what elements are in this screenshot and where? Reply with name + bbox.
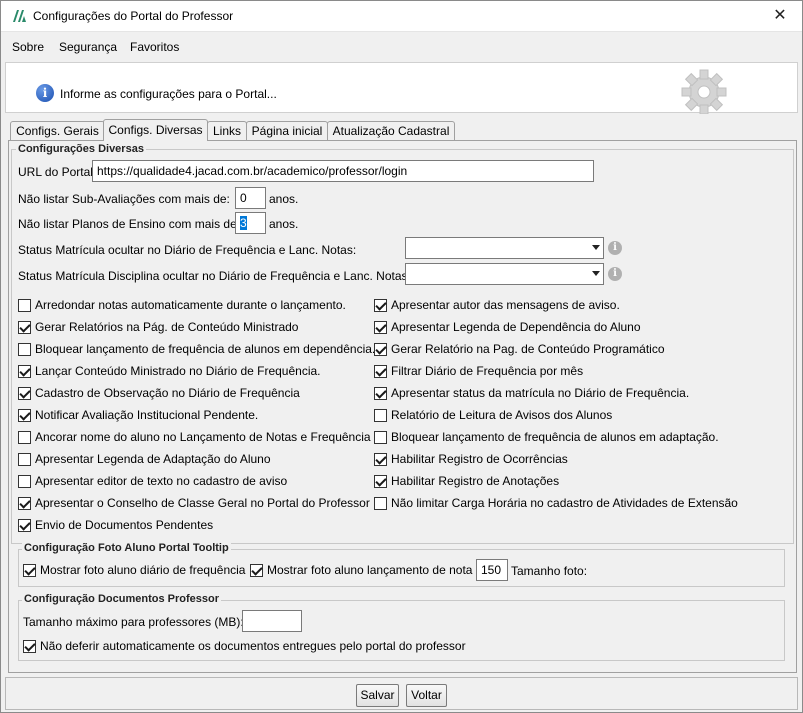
checkbox-label: Não limitar Carga Horária no cadastro de… [391, 496, 738, 510]
checkbox-box [18, 453, 31, 466]
tab-links[interactable]: Links [207, 121, 247, 141]
checkbox-label: Bloquear lançamento de frequência de alu… [391, 430, 719, 444]
checkbox-label: Ancorar nome do aluno no Lançamento de N… [35, 430, 371, 444]
configuracoes-diversas-legend: Configurações Diversas [16, 143, 146, 155]
checkbox-box [18, 475, 31, 488]
checkbox-label: Gerar Relatórios na Pág. de Conteúdo Min… [35, 320, 299, 334]
status-disciplina-label: Status Matrícula Disciplina ocultar no D… [18, 269, 411, 283]
checkbox-label: Apresentar Legenda de Dependência do Alu… [391, 320, 641, 334]
checkbox-label: Apresentar o Conselho de Classe Geral no… [35, 496, 370, 510]
checkbox-label: Relatório de Leitura de Avisos dos Aluno… [391, 408, 613, 422]
tab-pagina-inicial[interactable]: Página inicial [246, 121, 328, 141]
sub-avaliacoes-unit: anos. [269, 192, 299, 206]
checkbox-label: Filtrar Diário de Frequência por mês [391, 364, 584, 378]
checkbox-label: Bloquear lançamento de frequência de alu… [35, 342, 376, 356]
checkbox-box [18, 299, 31, 312]
bottom-button-bar: Salvar Voltar [5, 677, 798, 710]
info-hint-icon[interactable]: i [608, 241, 622, 255]
close-icon: ✕ [773, 7, 787, 24]
menu-favoritos[interactable]: Favoritos [130, 40, 179, 54]
tamanho-maximo-input[interactable] [242, 610, 302, 632]
menu-sobre[interactable]: Sobre [12, 40, 44, 54]
checkbox-box [374, 299, 387, 312]
checkbox-box [18, 321, 31, 334]
app-logo-icon [13, 10, 26, 22]
url-input[interactable]: https://qualidade4.jacad.com.br/academic… [92, 160, 594, 182]
checkbox-box [374, 453, 387, 466]
checkbox-box [18, 387, 31, 400]
checkbox-box [374, 365, 387, 378]
info-panel: i Informe as configurações para o Portal… [5, 62, 798, 114]
checkbox-label: Apresentar Legenda de Adaptação do Aluno [35, 452, 271, 466]
checkbox-box [374, 431, 387, 444]
tab-panel-configs-diversas: Configurações Diversas URL do Portal: ht… [8, 140, 797, 673]
sub-avaliacoes-input[interactable]: 0 [235, 187, 266, 209]
tab-atualizacao-cadastral[interactable]: Atualização Cadastral [327, 121, 455, 141]
checkbox-label: Arredondar notas automaticamente durante… [35, 298, 346, 312]
checkbox-box [374, 475, 387, 488]
url-label: URL do Portal: [18, 165, 97, 179]
planos-ensino-unit: anos. [269, 217, 299, 231]
chevron-down-icon [592, 271, 600, 276]
title-bar: Configurações do Portal do Professor ✕ [1, 1, 802, 32]
checkbox-label: Apresentar editor de texto no cadastro d… [35, 474, 288, 488]
info-icon: i [36, 84, 54, 102]
foto-tooltip-legend: Configuração Foto Aluno Portal Tooltip [22, 542, 231, 554]
planos-ensino-label: Não listar Planos de Ensino com mais de: [18, 217, 241, 231]
info-hint-icon[interactable]: i [608, 267, 622, 281]
tab-configs-diversas[interactable]: Configs. Diversas [103, 119, 208, 141]
checkbox-box [374, 497, 387, 510]
checkbox-box [374, 343, 387, 356]
info-text: Informe as configurações para o Portal..… [60, 87, 277, 101]
checkbox-label: Apresentar autor das mensagens de aviso. [391, 298, 620, 312]
close-button[interactable]: ✕ [758, 1, 802, 31]
status-matricula-select[interactable] [405, 237, 604, 259]
checkbox-label: Habilitar Registro de Anotações [391, 474, 560, 488]
checkbox-box [18, 519, 31, 532]
checkbox-box [374, 387, 387, 400]
checkbox-box [374, 321, 387, 334]
documentos-professor-legend: Configuração Documentos Professor [22, 593, 221, 605]
checkbox-box [18, 365, 31, 378]
planos-ensino-input[interactable]: 3 [235, 212, 266, 234]
checkbox-box [374, 409, 387, 422]
checkbox-box [18, 343, 31, 356]
checkbox-label: Envio de Documentos Pendentes [35, 518, 214, 532]
chevron-down-icon [592, 245, 600, 250]
config-window: Configurações do Portal do Professor ✕ S… [0, 0, 803, 713]
checkbox-label: Notificar Avaliação Institucional Penden… [35, 408, 259, 422]
status-disciplina-select[interactable] [405, 263, 604, 285]
salvar-button[interactable]: Salvar [356, 684, 399, 707]
sub-avaliacoes-label: Não listar Sub-Avaliações com mais de: [18, 192, 230, 206]
status-matricula-label: Status Matrícula ocultar no Diário de Fr… [18, 243, 357, 257]
tamanho-foto-label: Tamanho foto: [511, 564, 588, 578]
checkbox-box [18, 409, 31, 422]
checkbox-label: Cadastro de Observação no Diário de Freq… [35, 386, 300, 400]
tamanho-foto-input[interactable]: 150 [476, 559, 508, 581]
checkbox-box [18, 497, 31, 510]
checkbox-label: Gerar Relatório na Pag. de Conteúdo Prog… [391, 342, 665, 356]
gear-icon [681, 69, 727, 114]
checkbox-label: Habilitar Registro de Ocorrências [391, 452, 568, 466]
voltar-button[interactable]: Voltar [406, 684, 447, 707]
checkbox-box [18, 431, 31, 444]
tamanho-maximo-label: Tamanho máximo para professores (MB): [23, 615, 244, 629]
menu-seguranca[interactable]: Segurança [59, 40, 117, 54]
tab-configs-gerais[interactable]: Configs. Gerais [10, 121, 105, 141]
checkbox-label: Apresentar status da matrícula no Diário… [391, 386, 690, 400]
window-title: Configurações do Portal do Professor [33, 9, 234, 23]
menu-bar: Sobre Segurança Favoritos [1, 33, 802, 59]
checkbox-label: Lançar Conteúdo Ministrado no Diário de … [35, 364, 321, 378]
